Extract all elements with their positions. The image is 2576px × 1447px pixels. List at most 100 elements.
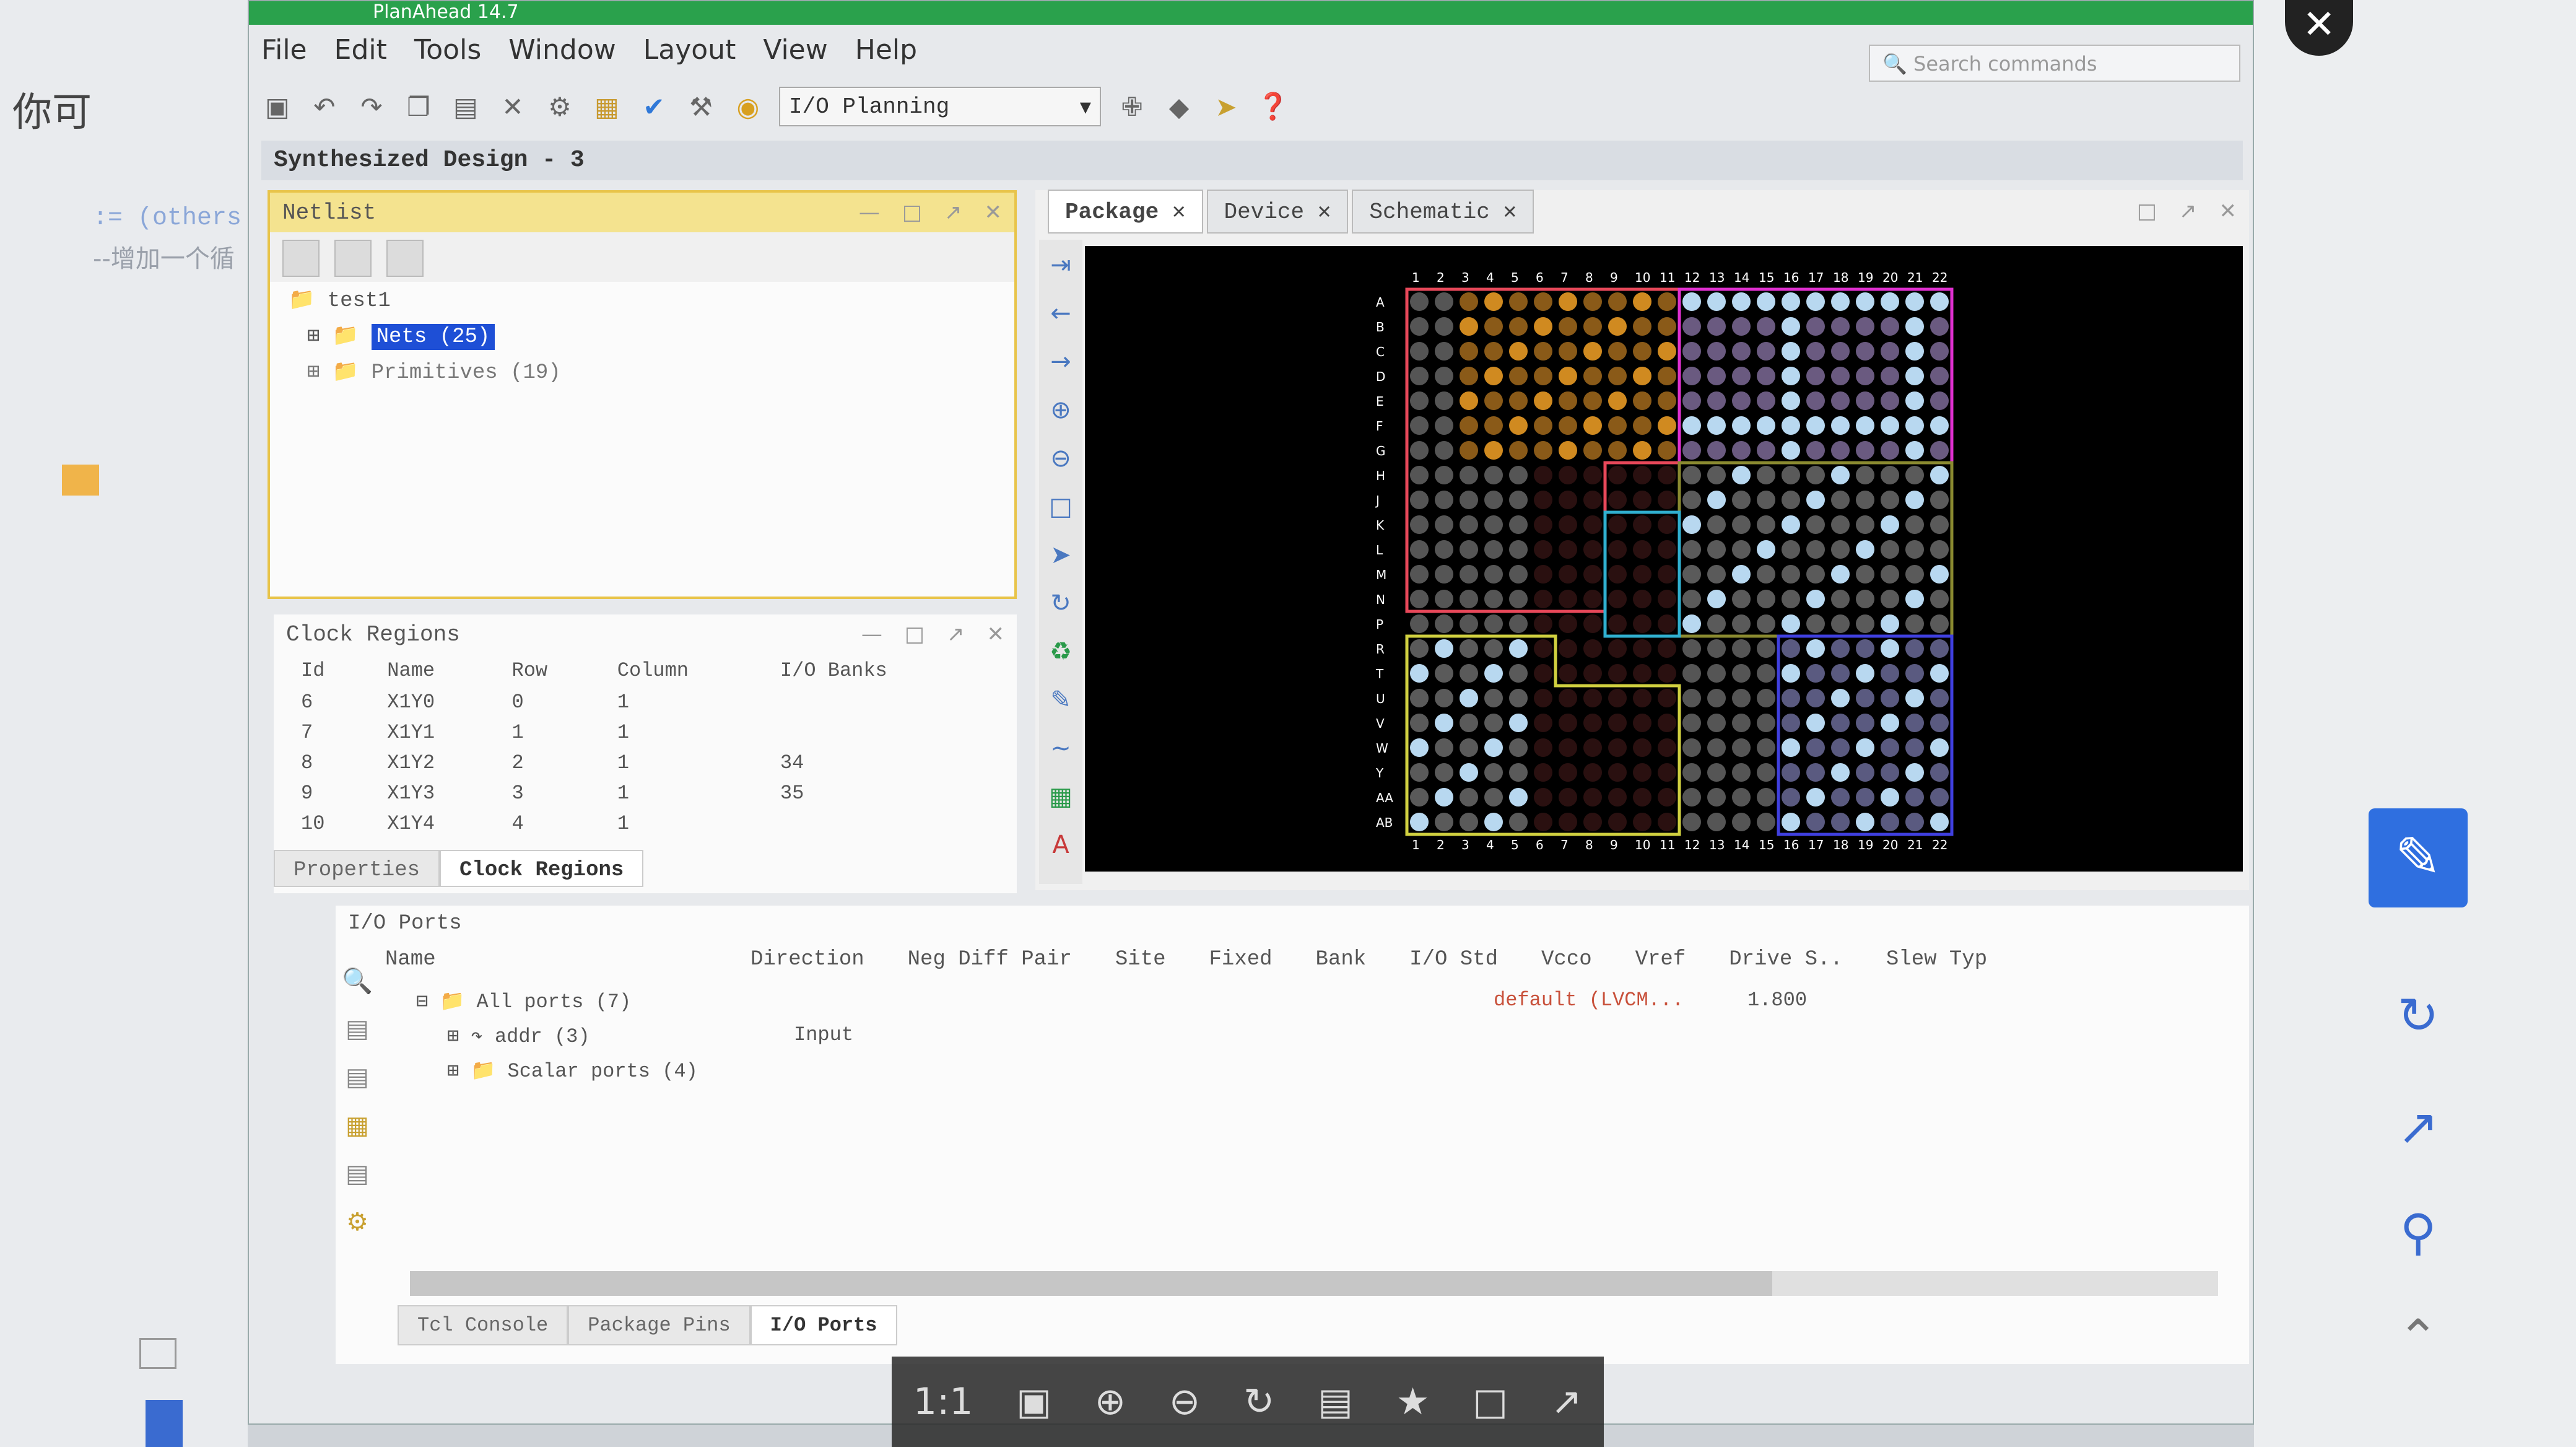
package-pin[interactable] (1435, 515, 1453, 534)
package-pin[interactable] (1534, 367, 1552, 385)
package-pin[interactable] (1881, 416, 1899, 435)
package-pin[interactable] (1707, 788, 1726, 807)
package-pin[interactable] (1856, 391, 1874, 410)
package-pin[interactable] (1905, 515, 1924, 534)
package-pin[interactable] (1435, 367, 1453, 385)
package-pin[interactable] (1484, 367, 1503, 385)
place-icon[interactable]: ✎ (1042, 686, 1079, 723)
col-header[interactable]: Id (286, 654, 372, 687)
package-pin[interactable] (1460, 763, 1478, 782)
menu-layout[interactable]: Layout (643, 34, 736, 66)
package-pin[interactable] (1633, 565, 1651, 584)
col-header[interactable]: Site (1115, 948, 1166, 971)
text-icon[interactable]: A (1042, 831, 1079, 868)
package-pin[interactable] (1856, 416, 1874, 435)
package-pin[interactable] (1559, 491, 1577, 509)
package-pin[interactable] (1658, 515, 1676, 534)
package-pin[interactable] (1707, 391, 1726, 410)
package-pin[interactable] (1633, 590, 1651, 608)
package-pin[interactable] (1435, 342, 1453, 361)
package-pin[interactable] (1757, 664, 1775, 683)
package-pin[interactable] (1509, 763, 1528, 782)
col-header[interactable]: Vcco (1541, 948, 1592, 971)
package-pin[interactable] (1682, 416, 1701, 435)
package-pin[interactable] (1856, 515, 1874, 534)
package-pin[interactable] (1583, 466, 1602, 484)
package-pin[interactable] (1930, 367, 1949, 385)
package-pin[interactable] (1782, 714, 1800, 732)
package-pin[interactable] (1757, 466, 1775, 484)
back-icon[interactable]: ← (1042, 299, 1079, 336)
package-pin[interactable] (1707, 466, 1726, 484)
package-pin[interactable] (1782, 342, 1800, 361)
package-pin[interactable] (1782, 317, 1800, 336)
package-pin[interactable] (1831, 813, 1850, 831)
package-pin[interactable] (1583, 590, 1602, 608)
package-pin[interactable] (1435, 391, 1453, 410)
minimize-icon[interactable]: — (859, 200, 880, 225)
package-pin[interactable] (1806, 416, 1825, 435)
package-pin[interactable] (1707, 738, 1726, 757)
package-pin[interactable] (1509, 664, 1528, 683)
package-pin[interactable] (1881, 342, 1899, 361)
package-pin[interactable] (1460, 639, 1478, 658)
package-pin[interactable] (1905, 292, 1924, 311)
package-pin[interactable] (1831, 416, 1850, 435)
package-pin[interactable] (1410, 813, 1429, 831)
package-pin[interactable] (1682, 466, 1701, 484)
package-pin[interactable] (1905, 367, 1924, 385)
close-icon[interactable]: ✕ (987, 622, 1005, 647)
package-pin[interactable] (1559, 763, 1577, 782)
package-pin[interactable] (1559, 614, 1577, 633)
maximize-icon[interactable]: □ (905, 622, 925, 647)
package-pin[interactable] (1608, 367, 1627, 385)
package-pin[interactable] (1930, 317, 1949, 336)
package-pin[interactable] (1856, 466, 1874, 484)
col-header[interactable]: Row (497, 654, 603, 687)
package-pin[interactable] (1460, 540, 1478, 559)
package-pin[interactable] (1806, 466, 1825, 484)
package-pin[interactable] (1831, 788, 1850, 807)
package-pin[interactable] (1534, 441, 1552, 460)
package-pin[interactable] (1881, 441, 1899, 460)
package-pin[interactable] (1435, 466, 1453, 484)
package-pin[interactable] (1732, 491, 1751, 509)
float-icon[interactable]: ↗ (947, 622, 965, 647)
package-pin[interactable] (1559, 714, 1577, 732)
package-pin[interactable] (1757, 292, 1775, 311)
package-pin[interactable] (1583, 292, 1602, 311)
package-pin[interactable] (1806, 292, 1825, 311)
expand-all-icon[interactable] (334, 240, 372, 277)
flask-icon[interactable]: ⚲ (2381, 1196, 2455, 1270)
package-pin[interactable] (1930, 292, 1949, 311)
package-pin[interactable] (1658, 367, 1676, 385)
package-pin[interactable] (1435, 714, 1453, 732)
package-pin[interactable] (1831, 540, 1850, 559)
package-pin[interactable] (1757, 565, 1775, 584)
package-pin[interactable] (1905, 664, 1924, 683)
package-pin[interactable] (1534, 565, 1552, 584)
package-pin[interactable] (1682, 689, 1701, 707)
package-pin[interactable] (1658, 714, 1676, 732)
package-pin[interactable] (1881, 540, 1899, 559)
package-pin[interactable] (1410, 788, 1429, 807)
package-pin[interactable] (1534, 466, 1552, 484)
package-pin[interactable] (1633, 491, 1651, 509)
package-pin[interactable] (1509, 441, 1528, 460)
package-pin[interactable] (1831, 639, 1850, 658)
package-pin[interactable] (1534, 639, 1552, 658)
package-pin[interactable] (1905, 491, 1924, 509)
package-pin[interactable] (1732, 565, 1751, 584)
package-pin[interactable] (1633, 292, 1651, 311)
share-icon[interactable]: ↗ (1551, 1380, 1582, 1423)
package-pin[interactable] (1509, 714, 1528, 732)
package-pin[interactable] (1509, 416, 1528, 435)
actual-size-button[interactable]: 1:1 (913, 1380, 973, 1423)
package-pin[interactable] (1806, 664, 1825, 683)
package-pin[interactable] (1484, 466, 1503, 484)
package-pin[interactable] (1633, 416, 1651, 435)
layout-select[interactable]: I/O Planning ▾ (779, 87, 1101, 126)
package-pin[interactable] (1608, 416, 1627, 435)
package-pin[interactable] (1930, 540, 1949, 559)
undo-icon[interactable]: ↶ (308, 90, 341, 123)
